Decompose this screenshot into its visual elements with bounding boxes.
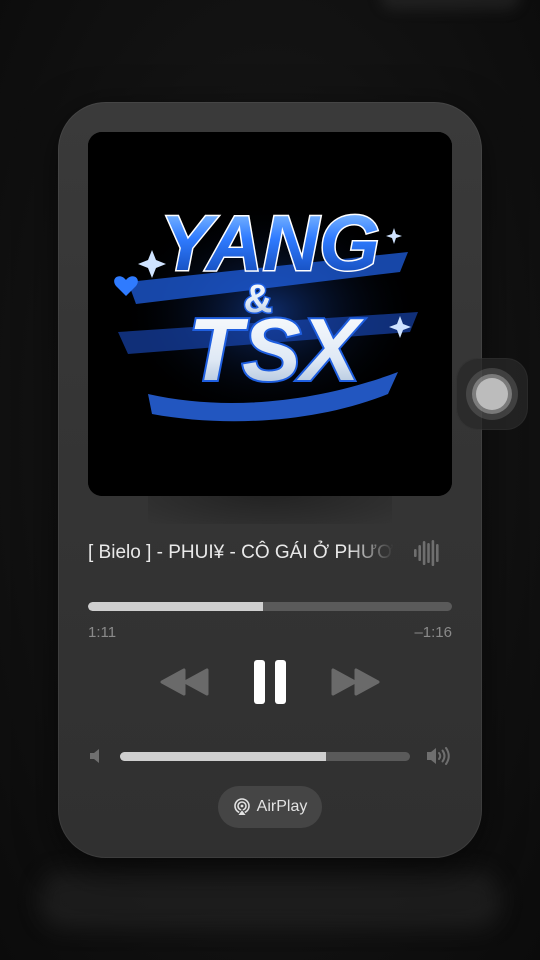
screen: YANG & TSX [ Bielo ] - PHUI¥ - CÔ GÁI Ở … — [0, 0, 540, 960]
artwork-graphic: YANG & TSX — [88, 132, 452, 496]
forward-icon — [331, 668, 380, 696]
volume-fill — [120, 752, 326, 761]
playback-progress-fill — [88, 602, 263, 611]
artwork-line1: YANG — [160, 199, 380, 287]
volume-row — [88, 742, 452, 770]
artwork-line2: TSX — [188, 300, 364, 399]
rewind-button[interactable] — [158, 654, 212, 710]
airplay-label: AirPlay — [256, 798, 308, 815]
track-title[interactable]: [ Bielo ] - PHUI¥ - CÔ GÁI Ở PHƯƠNG XA — [88, 538, 394, 568]
backward-icon — [160, 668, 209, 696]
speaker-high-icon — [427, 747, 450, 765]
artwork-reflection — [148, 494, 392, 524]
pause-button[interactable] — [244, 654, 296, 710]
speaker-low-icon — [90, 749, 99, 763]
track-info-row: [ Bielo ] - PHUI¥ - CÔ GÁI Ở PHƯƠNG XA — [88, 538, 452, 568]
assistive-touch-core — [476, 378, 508, 410]
pause-icon — [254, 660, 286, 704]
airplay-button[interactable]: AirPlay — [218, 786, 322, 828]
now-playing-card: YANG & TSX [ Bielo ] - PHUI¥ - CÔ GÁI Ở … — [58, 102, 482, 858]
forward-button[interactable] — [328, 654, 382, 710]
elapsed-time: 1:11 — [88, 624, 117, 641]
playback-scrubber[interactable] — [88, 602, 452, 611]
volume-slider[interactable] — [120, 752, 410, 761]
album-artwork[interactable]: YANG & TSX — [88, 132, 452, 496]
background-blur-top — [380, 0, 520, 10]
transport-controls — [58, 654, 482, 710]
airplay-icon — [233, 798, 250, 816]
background-blur-bottom — [40, 872, 500, 928]
assistive-touch-button[interactable] — [456, 358, 528, 430]
waveform-icon — [414, 540, 439, 566]
remaining-time: –1:16 — [414, 624, 452, 641]
